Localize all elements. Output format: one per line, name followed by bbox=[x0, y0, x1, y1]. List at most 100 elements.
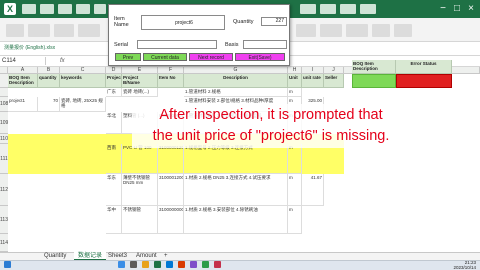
prev-button[interactable]: Prev bbox=[115, 53, 141, 61]
ribbon-tab-data[interactable] bbox=[300, 4, 316, 14]
item-no-cell[interactable]: 310000120002 bbox=[158, 174, 184, 206]
column-header-a[interactable]: A bbox=[8, 67, 38, 74]
ribbon-tab-layout[interactable] bbox=[76, 4, 90, 14]
keywords-cell[interactable]: 瓷砖, 地砖, 25X25 规格 bbox=[60, 97, 106, 112]
taskbar-app-icon[interactable] bbox=[130, 261, 137, 268]
current-data-button[interactable]: Current data bbox=[143, 53, 187, 61]
sheet-tab-sheet3[interactable]: Sheet3 bbox=[104, 252, 131, 260]
basis-field[interactable] bbox=[243, 40, 287, 49]
cells-group-icon[interactable] bbox=[320, 24, 342, 37]
ribbon-tab-review[interactable] bbox=[320, 4, 336, 14]
file-name-tab[interactable]: 测量报价 (English).xlsx bbox=[4, 44, 68, 53]
exit-save-button[interactable]: Exit(Save) bbox=[235, 53, 285, 61]
row-number[interactable]: 113 bbox=[0, 206, 8, 234]
project-bname-cell[interactable]: 不锈钢管 bbox=[122, 206, 158, 234]
sheet-tab-quantity[interactable]: Quantity bbox=[40, 252, 70, 260]
ribbon-tab-help[interactable] bbox=[360, 4, 376, 14]
add-sheet-button[interactable]: + bbox=[160, 252, 172, 260]
styles-group-icon[interactable] bbox=[296, 24, 316, 37]
sheet-tab-amount[interactable]: Amount bbox=[132, 252, 161, 260]
number-group-icon[interactable] bbox=[78, 24, 100, 37]
serial-label: Serial bbox=[114, 42, 129, 48]
boq-description-cell[interactable]: project1 bbox=[8, 97, 38, 112]
maximize-button[interactable]: □ bbox=[450, 3, 464, 15]
ribbon-tab-view[interactable] bbox=[340, 4, 356, 14]
ribbon-tab-insert[interactable] bbox=[58, 4, 72, 14]
row-number[interactable]: 112 bbox=[0, 174, 8, 206]
item-name-field[interactable]: project6 bbox=[141, 15, 225, 30]
project-bname-cell[interactable]: 薄壁不锈钢管 DN25 mm bbox=[122, 174, 158, 206]
unit-cell[interactable]: m bbox=[288, 206, 302, 234]
row-header[interactable] bbox=[0, 74, 8, 88]
column-header-e[interactable]: E bbox=[122, 67, 158, 74]
project-cell[interactable]: 华中 bbox=[106, 206, 122, 234]
project-cell[interactable]: 广东 bbox=[106, 88, 122, 97]
find-select-icon[interactable] bbox=[394, 24, 412, 37]
ribbon-tab-file[interactable] bbox=[22, 4, 36, 14]
start-icon[interactable] bbox=[4, 261, 11, 268]
column-header-c[interactable]: C bbox=[60, 67, 106, 74]
sort-filter-icon[interactable] bbox=[372, 24, 390, 37]
name-box[interactable]: C114 bbox=[2, 57, 46, 65]
ribbon-tab-formulas[interactable] bbox=[94, 4, 106, 14]
column-header-b[interactable]: B bbox=[38, 67, 60, 74]
editing-group-icon[interactable] bbox=[346, 24, 368, 37]
minimize-button[interactable]: − bbox=[436, 3, 450, 15]
annotation-caption: After inspection, it is prompted that th… bbox=[132, 104, 410, 148]
quantity-field[interactable]: 227 bbox=[261, 17, 287, 26]
table-row[interactable]: 113 华中 不锈钢管 310000000002 1.材质 2.规格 3.安装部… bbox=[0, 206, 344, 234]
project-bname-cell[interactable]: PVC-U 管 100 bbox=[122, 144, 158, 174]
taskbar-app-icon[interactable] bbox=[178, 261, 185, 268]
item-no-cell[interactable]: 310000000002 bbox=[158, 206, 184, 234]
paste-icon[interactable] bbox=[6, 24, 24, 37]
row-number[interactable]: 108 bbox=[0, 97, 8, 112]
align-group-icon[interactable] bbox=[54, 24, 74, 37]
column-header-f[interactable]: F bbox=[158, 67, 184, 74]
row-number[interactable]: 114 bbox=[0, 234, 8, 252]
project-bname-cell[interactable]: 瓷砖 地砖(...) bbox=[122, 88, 158, 97]
sheet-tab-data-record[interactable]: 数据记录 bbox=[74, 252, 107, 260]
column-header-i[interactable]: I bbox=[302, 67, 324, 74]
next-record-button[interactable]: Next record bbox=[189, 53, 233, 61]
select-all-corner[interactable] bbox=[0, 67, 8, 74]
project-cell[interactable]: 华北 bbox=[106, 112, 122, 134]
taskbar-clock[interactable]: 21:23 2023/10/14 bbox=[436, 260, 476, 270]
table-row[interactable]: 114 bbox=[0, 234, 344, 252]
row-number[interactable] bbox=[0, 88, 8, 97]
description-cell[interactable]: 1.规格型号 2.压力等级 3.连接方式 bbox=[184, 144, 288, 174]
fx-icon[interactable]: fx bbox=[60, 57, 65, 65]
item-no-cell[interactable]: 310000012001 bbox=[158, 144, 184, 174]
column-header-h[interactable]: H bbox=[288, 67, 302, 74]
description-cell[interactable]: 1.材质 2.规格 DN25 3.连接方式 4.试压要求 bbox=[184, 174, 288, 206]
project-cell[interactable]: 西南 bbox=[106, 144, 122, 174]
taskbar-app-icon[interactable] bbox=[214, 261, 221, 268]
taskbar-app-icon[interactable] bbox=[166, 261, 173, 268]
project-cell[interactable]: 华东 bbox=[106, 174, 122, 206]
close-button[interactable]: × bbox=[464, 3, 478, 15]
table-row-highlighted[interactable]: 111 西南 PVC-U 管 100 310000012001 1.规格型号 2… bbox=[0, 144, 344, 174]
serial-field[interactable] bbox=[137, 40, 217, 49]
column-header-g[interactable]: G bbox=[184, 67, 288, 74]
unit-cell[interactable]: m bbox=[288, 144, 302, 174]
unit-rate-cell[interactable]: 41.67 bbox=[302, 174, 324, 206]
excel-taskbar-icon[interactable] bbox=[154, 261, 161, 268]
column-header-d[interactable]: D bbox=[106, 67, 122, 74]
unit-cell[interactable]: m bbox=[288, 174, 302, 206]
row-number[interactable]: 110 bbox=[0, 134, 8, 144]
column-header-j[interactable]: J bbox=[324, 67, 344, 74]
excel-app-icon[interactable]: X bbox=[4, 3, 16, 15]
taskbar-app-icon[interactable] bbox=[190, 261, 197, 268]
taskbar-app-icon[interactable] bbox=[118, 261, 125, 268]
table-row[interactable]: 广东 瓷砖 地砖(...) 1.管道材料 2.规格 m bbox=[0, 88, 344, 97]
unit-cell[interactable]: m bbox=[288, 88, 302, 97]
row-number[interactable]: 109 bbox=[0, 112, 8, 134]
font-group-icon[interactable] bbox=[28, 24, 50, 37]
quantity-cell[interactable]: 70 bbox=[38, 97, 60, 112]
ribbon-tab-home[interactable] bbox=[40, 4, 54, 14]
taskbar-app-icon[interactable] bbox=[142, 261, 149, 268]
taskbar-app-icon[interactable] bbox=[202, 261, 209, 268]
table-row[interactable]: 112 华东 薄壁不锈钢管 DN25 mm 310000120002 1.材质 … bbox=[0, 174, 344, 206]
description-cell[interactable]: 1.管道材料 2.规格 bbox=[184, 88, 288, 97]
description-cell[interactable]: 1.材质 2.规格 3.安装部位 4.除锈刷油 bbox=[184, 206, 288, 234]
row-number[interactable]: 111 bbox=[0, 144, 8, 174]
